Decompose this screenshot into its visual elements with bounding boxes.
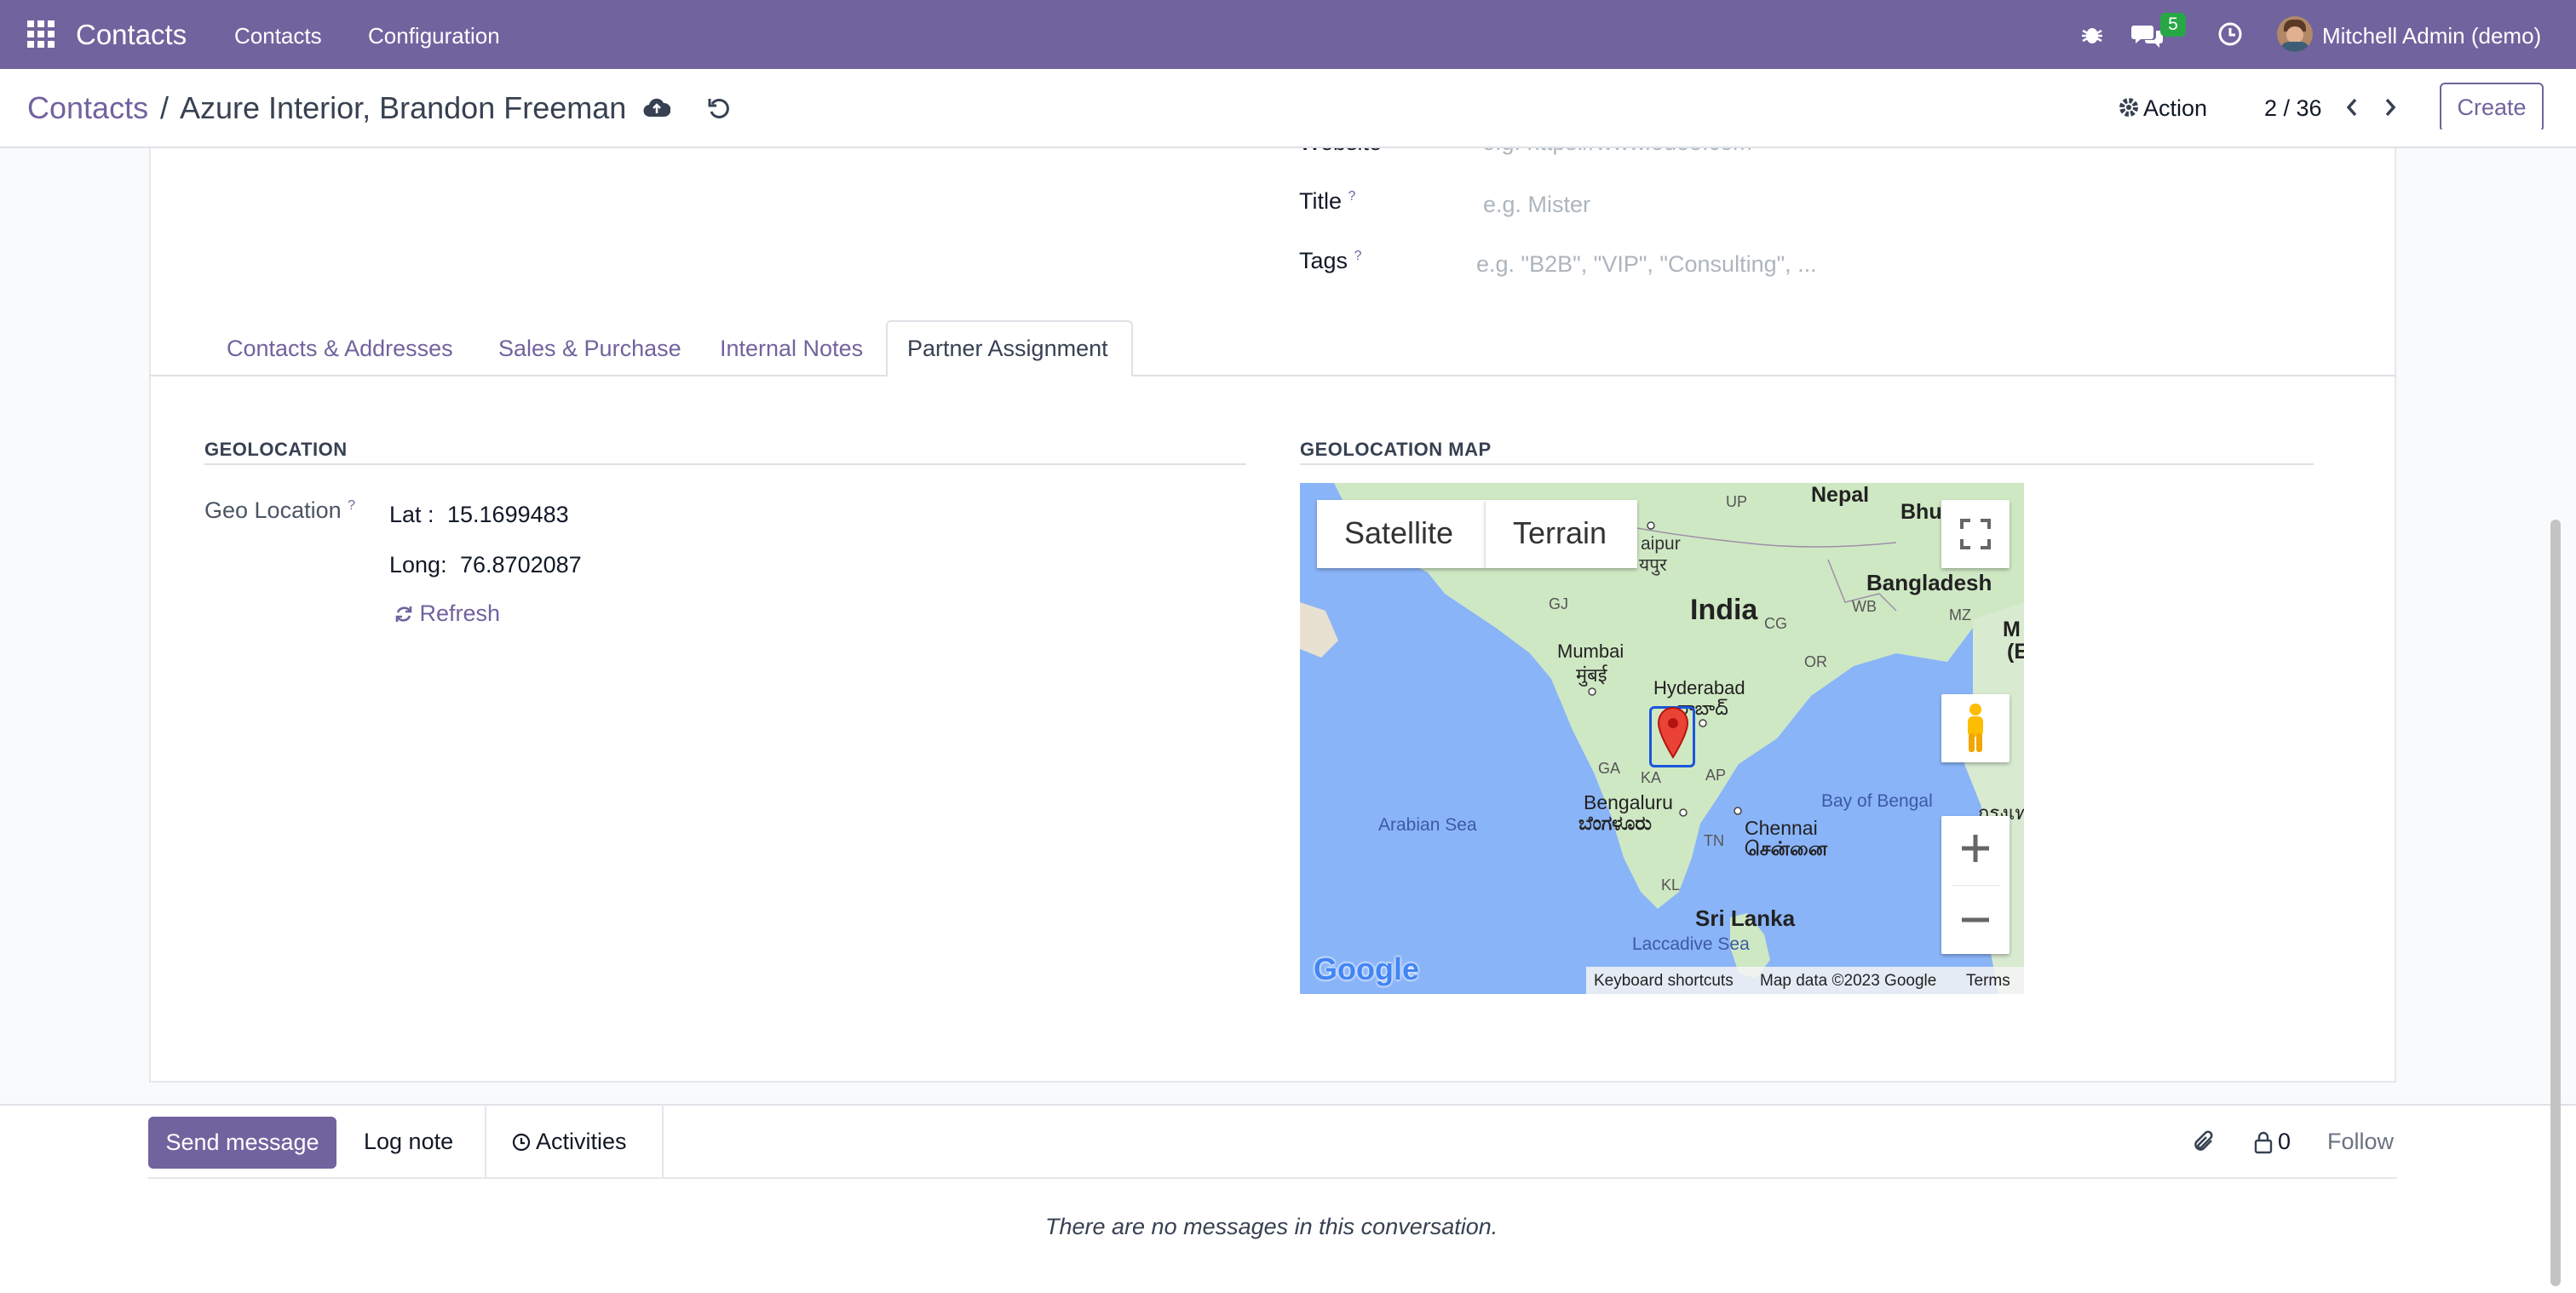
no-messages-text: There are no messages in this conversati… xyxy=(1045,1214,1498,1239)
google-logo: Google xyxy=(1314,951,1419,986)
discard-undo-icon[interactable] xyxy=(707,96,731,120)
map-marker-pin-icon[interactable] xyxy=(1656,706,1690,759)
follow-button[interactable]: Follow xyxy=(2327,1129,2394,1155)
pager-next-icon[interactable] xyxy=(2383,97,2398,118)
log-note-button[interactable]: Log note xyxy=(364,1129,453,1155)
fullscreen-icon xyxy=(1960,519,1991,549)
activity-clock-icon[interactable] xyxy=(2217,21,2243,47)
top-navbar: Contacts Contacts Configuration 5 Mitche… xyxy=(0,0,2576,69)
followers-lock-icon[interactable] xyxy=(2254,1130,2273,1154)
chatter-bottom-border xyxy=(148,1177,2397,1179)
tab-partner-assignment[interactable]: Partner Assignment xyxy=(907,336,1108,362)
zoom-in-icon[interactable] xyxy=(1960,833,1991,864)
activities-button[interactable]: Activities xyxy=(512,1129,627,1155)
long-label: Long: xyxy=(389,552,447,578)
map-terms-link[interactable]: Terms xyxy=(1966,972,2010,991)
tags-label: Tags ? xyxy=(1299,248,1362,273)
action-menu-button[interactable]: Action xyxy=(2143,95,2207,122)
refresh-button[interactable]: Refresh xyxy=(394,601,500,627)
geolocation-divider xyxy=(204,463,1246,465)
chat-count-badge: 5 xyxy=(2160,13,2186,37)
control-panel-bottom-mask xyxy=(0,129,2576,147)
user-avatar[interactable] xyxy=(2277,16,2313,52)
title-label: Title ? xyxy=(1299,188,1356,214)
title-input[interactable]: e.g. Mister xyxy=(1483,192,1590,218)
geolocation-section-title: GEOLOCATION xyxy=(204,439,348,460)
attachment-paperclip-icon[interactable] xyxy=(2193,1129,2217,1155)
long-value: 76.8702087 xyxy=(460,552,582,578)
map-zoom-controls xyxy=(1941,816,2010,954)
apps-menu-icon[interactable] xyxy=(27,20,55,48)
zoom-out-icon[interactable] xyxy=(1960,905,1991,935)
tab-internal-notes[interactable]: Internal Notes xyxy=(720,336,863,362)
pegman-icon xyxy=(1968,704,1983,752)
gear-icon xyxy=(2119,98,2138,117)
breadcrumb-current: Azure Interior, Brandon Freeman xyxy=(180,90,627,125)
chatter-top-border xyxy=(0,1104,2576,1106)
refresh-icon xyxy=(395,606,412,622)
pager-previous-icon[interactable] xyxy=(2344,97,2360,118)
pager-value[interactable]: 2 / 36 xyxy=(2264,95,2322,122)
create-button[interactable]: Create xyxy=(2440,83,2544,132)
control-panel-divider xyxy=(0,147,2576,148)
user-name[interactable]: Mitchell Admin (demo) xyxy=(2322,23,2541,49)
tags-input[interactable]: e.g. "B2B", "VIP", "Consulting", ... xyxy=(1476,251,1817,278)
chatter-divider-2 xyxy=(662,1104,664,1177)
chat-icon[interactable] xyxy=(2131,22,2164,49)
lat-value: 15.1699483 xyxy=(447,502,569,527)
map-keyboard-shortcuts-link[interactable]: Keyboard shortcuts xyxy=(1594,972,1734,991)
map-streetview-button[interactable] xyxy=(1941,694,2010,762)
geolocation-map-title: GEOLOCATION MAP xyxy=(1300,439,1492,460)
app-name[interactable]: Contacts xyxy=(76,19,187,51)
breadcrumb-contacts[interactable]: Contacts xyxy=(27,90,148,126)
activities-clock-icon xyxy=(512,1133,531,1152)
tab-contacts-addresses[interactable]: Contacts & Addresses xyxy=(227,336,453,362)
lat-label: Lat : xyxy=(389,502,434,527)
tabs-divider xyxy=(149,375,2396,376)
menu-configuration[interactable]: Configuration xyxy=(368,23,500,49)
followers-count[interactable]: 0 xyxy=(2278,1129,2291,1155)
menu-contacts[interactable]: Contacts xyxy=(234,23,322,49)
send-message-button[interactable]: Send message xyxy=(148,1117,336,1169)
debug-bug-icon[interactable] xyxy=(2080,22,2104,46)
tab-sales-purchase[interactable]: Sales & Purchase xyxy=(498,336,681,362)
breadcrumb-separator: / xyxy=(160,90,170,125)
chatter-divider-1 xyxy=(485,1104,486,1177)
geolocation-map[interactable]: Satellite Terrain Nepal Bhu aipur यपुर B… xyxy=(1300,483,2024,994)
save-cloud-icon[interactable] xyxy=(643,96,670,118)
geolocation-map-divider xyxy=(1300,463,2314,465)
geo-location-label: Geo Location ? xyxy=(204,497,356,523)
map-data-attribution: Map data ©2023 Google xyxy=(1760,972,1937,990)
page-scrollbar[interactable] xyxy=(2550,520,2561,1286)
map-fullscreen-button[interactable] xyxy=(1941,500,2010,568)
